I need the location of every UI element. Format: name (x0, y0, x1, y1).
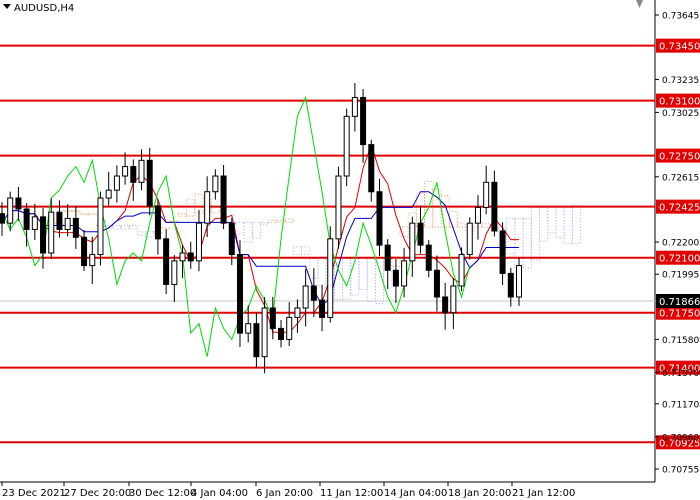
symbol-header: AUDUSD,H4 (3, 3, 74, 14)
level-label: 0.72100 (659, 254, 700, 265)
candle-body (294, 307, 301, 318)
candle-body (15, 197, 22, 210)
current-price-label: 0.71866 (656, 294, 700, 308)
price-tick-label: 0.71370 (662, 369, 699, 379)
candle-body (72, 217, 79, 238)
candle-body (450, 285, 457, 314)
time-tick-label: 14 Jan 04:00 (384, 488, 447, 499)
time-tick-label: 11 Jan 12:00 (320, 488, 383, 499)
candle-body (376, 191, 383, 246)
candle-body (483, 181, 490, 208)
candle-body (171, 260, 178, 285)
candle-body (97, 197, 104, 256)
candle-body (491, 181, 498, 232)
time-tick-label: 23 Dec 2021 (2, 488, 66, 499)
candle-body (401, 260, 408, 287)
candle-body (474, 206, 481, 224)
candle-body (278, 327, 285, 340)
candle-body (187, 252, 194, 262)
candle-body (360, 96, 367, 146)
candle-body (384, 244, 391, 271)
candle-body (319, 299, 326, 318)
candle-body (64, 217, 71, 230)
candle-body (113, 175, 120, 191)
candle-body (23, 208, 30, 230)
candle-body (31, 216, 38, 230)
price-tick-label: 0.71995 (662, 271, 699, 281)
candle-body (122, 166, 129, 177)
candle-body (442, 296, 449, 314)
candle-body (409, 222, 416, 262)
price-tick-label: 0.71580 (662, 336, 699, 346)
price-chart[interactable]: 0.73450 0.73100 0.72750 0.72425 0.72100 0.717… (0, 0, 700, 500)
symbol-label: AUDUSD,H4 (14, 3, 74, 14)
candle-body (351, 96, 358, 117)
time-tick-label: 30 Dec 12:00 (129, 488, 196, 499)
candle-body (48, 211, 55, 254)
price-tick-label: 0.72200 (662, 239, 699, 249)
time-tick-label: 6 Jan 20:00 (256, 488, 313, 499)
candle-body (458, 254, 465, 287)
candle-body (286, 316, 293, 340)
candle-body (7, 197, 14, 224)
candle-body (81, 236, 88, 267)
candle-body (343, 115, 350, 177)
price-tick-label: 0.72615 (662, 173, 699, 183)
candle-body (130, 166, 137, 183)
candle-body (204, 191, 211, 224)
candle-body (368, 144, 375, 193)
candle-body (425, 244, 432, 271)
candle-body (138, 159, 145, 183)
candle-body (228, 222, 235, 256)
time-tick-label: 4 Jan 04:00 (191, 488, 248, 499)
level-label: 0.73100 (659, 97, 700, 108)
candle-body (40, 216, 47, 254)
chart-background (0, 0, 700, 500)
level-label: 0.73450 (659, 42, 700, 53)
candle-body (253, 323, 260, 358)
candle-body (195, 222, 202, 262)
candle-body (516, 265, 522, 298)
price-tick-label: 0.73025 (662, 109, 699, 119)
level-label: 0.72425 (659, 203, 700, 214)
candle-body (245, 323, 252, 334)
candle-body (163, 238, 170, 285)
candle-body (302, 285, 309, 309)
candle-body (105, 189, 112, 199)
candle-body (269, 307, 276, 329)
price-tick-label: 0.73645 (662, 12, 699, 22)
current-price-text: 0.71866 (659, 297, 700, 308)
candle-body (335, 175, 342, 240)
candle-body (499, 230, 506, 274)
candle-body (417, 222, 424, 246)
price-tick-label: 0.70960 (662, 433, 699, 443)
candle-body (146, 159, 153, 207)
candle-body (261, 307, 268, 358)
price-axis-labels: 0.73645 0.73235 0.73025 0.72615 0.72200 0.719… (655, 12, 699, 476)
time-tick-label: 21 Jan 12:00 (512, 488, 575, 499)
candle-body (507, 272, 514, 298)
candle-body (392, 269, 399, 287)
price-tick-label: 0.73235 (662, 76, 699, 86)
candle-body (220, 175, 227, 224)
candle-body (56, 211, 63, 230)
level-label: 0.72750 (659, 152, 700, 163)
level-label: 0.71750 (659, 309, 700, 320)
candle-body (89, 254, 96, 267)
candle-body (466, 222, 473, 256)
price-tick-label: 0.70755 (662, 466, 699, 476)
candle-body (212, 175, 219, 193)
price-tick-label: 0.71170 (662, 400, 699, 410)
candle-body (154, 205, 161, 240)
time-tick-label: 18 Jan 20:00 (448, 488, 511, 499)
candle-body (179, 252, 186, 262)
time-tick-label: 27 Dec 20:00 (64, 488, 131, 499)
candle-body (310, 285, 317, 301)
candle-body (327, 238, 334, 318)
candle-body (236, 254, 243, 334)
candle-body (433, 269, 440, 298)
candle-body (0, 213, 5, 224)
